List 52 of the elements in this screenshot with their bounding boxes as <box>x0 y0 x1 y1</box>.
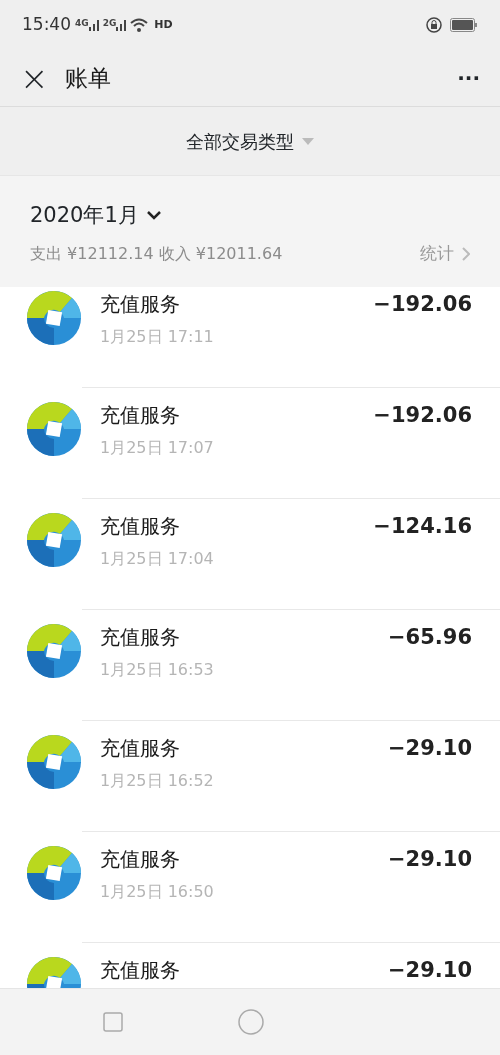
merchant-logo-icon <box>26 734 82 790</box>
battery-icon <box>450 18 478 32</box>
transaction-amount: −192.06 <box>373 402 472 429</box>
merchant-logo-icon <box>26 401 82 457</box>
more-button[interactable]: ··· <box>457 63 480 93</box>
transaction-amount: −29.10 <box>387 957 472 984</box>
merchant-logo-icon <box>26 290 82 346</box>
dropdown-caret-icon <box>302 137 314 145</box>
home-button[interactable] <box>238 1009 264 1035</box>
transaction-name: 充值服务 <box>100 957 180 984</box>
transaction-row[interactable]: 充值服务 1月25日 16:53 −65.96 <box>0 610 500 721</box>
recent-apps-button[interactable] <box>103 1012 123 1032</box>
chevron-down-icon <box>146 211 161 221</box>
status-time: 15:40 <box>22 13 71 37</box>
transaction-time: 1月25日 17:04 <box>100 548 214 570</box>
transaction-time: 1月25日 17:11 <box>100 326 214 348</box>
transaction-row[interactable]: 充值服务 1月25日 16:52 −29.10 <box>0 721 500 832</box>
wifi-icon <box>130 18 149 32</box>
network-label: 2G <box>102 19 117 28</box>
month-summary: 支出 ¥12112.14 收入 ¥12011.64 <box>30 242 283 265</box>
signal-icon <box>88 19 99 31</box>
transaction-time: 1月25日 17:07 <box>100 437 214 459</box>
merchant-logo-icon <box>26 623 82 679</box>
merchant-logo-icon <box>26 845 82 901</box>
chevron-right-icon <box>462 246 470 261</box>
transaction-amount: −29.10 <box>387 846 472 873</box>
transaction-time: 1月25日 16:52 <box>100 770 214 792</box>
type-filter-dropdown[interactable]: 全部交易类型 <box>186 127 314 155</box>
transaction-amount: −29.10 <box>387 735 472 762</box>
transaction-amount: −65.96 <box>387 624 472 651</box>
transaction-row[interactable]: 充值服务 1月25日 17:07 −192.06 <box>0 388 500 499</box>
hd-label: HD <box>153 18 174 32</box>
transaction-name: 充值服务 <box>100 402 181 429</box>
transaction-name: 充值服务 <box>100 513 181 540</box>
transaction-name: 充值服务 <box>100 291 181 318</box>
transaction-name: 充值服务 <box>100 735 181 762</box>
lock-rotation-icon <box>426 17 442 33</box>
transaction-row[interactable]: 充值服务 1月25日 17:11 −192.06 <box>0 287 500 388</box>
network-label: 4G <box>75 19 89 28</box>
transaction-name: 充值服务 <box>100 846 181 873</box>
transaction-row[interactable]: 充值服务 1月25日 17:04 −124.16 <box>0 499 500 610</box>
transaction-time: 1月25日 16:50 <box>100 881 214 903</box>
page-title: 账单 <box>64 63 111 93</box>
transaction-amount: −124.16 <box>373 513 472 540</box>
transaction-amount: −192.06 <box>373 291 472 318</box>
transaction-name: 充值服务 <box>100 624 181 651</box>
transaction-row[interactable]: 充值服务 1月25日 16:50 −29.10 <box>0 832 500 943</box>
merchant-logo-icon <box>26 512 82 568</box>
close-button[interactable]: × <box>20 61 49 95</box>
transaction-time: 1月25日 16:53 <box>100 659 214 681</box>
signal-icon <box>116 19 127 31</box>
month-selector[interactable]: 2020年1月 <box>30 200 161 232</box>
